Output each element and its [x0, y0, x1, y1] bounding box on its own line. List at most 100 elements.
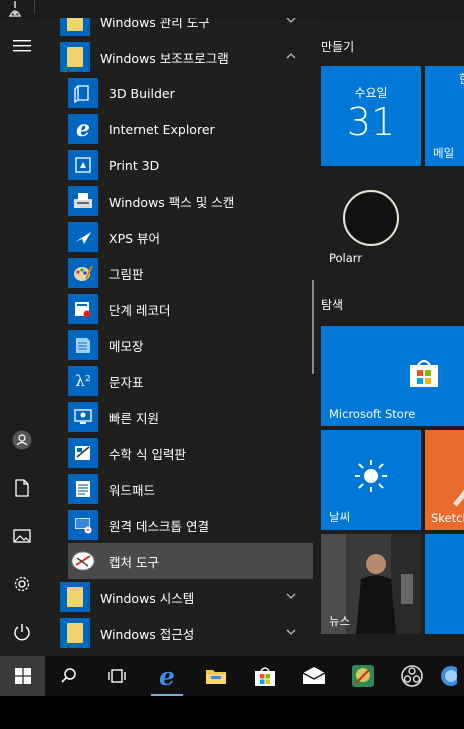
- tile-weather[interactable]: 날씨: [321, 430, 421, 530]
- start-button[interactable]: [0, 656, 45, 696]
- tile-label: 메일: [433, 146, 455, 160]
- title-strip: [0, 0, 464, 18]
- taskbar-file-explorer[interactable]: [192, 656, 240, 696]
- folder-windows-system[interactable]: Windows 시스템: [58, 579, 303, 615]
- app-label: 그림판: [109, 266, 144, 282]
- folder-label: Windows 시스템: [100, 590, 195, 606]
- app-label: 3D Builder: [109, 85, 175, 101]
- divider: [34, 0, 35, 14]
- folder-windows-accessibility[interactable]: Windows 접근성: [58, 615, 303, 651]
- calendar-day: 수요일: [354, 86, 388, 100]
- power-icon[interactable]: [10, 620, 34, 644]
- search-button[interactable]: [45, 656, 93, 696]
- character-map-icon: λ²: [68, 366, 98, 396]
- app-internet-explorer[interactable]: e Internet Explorer: [68, 111, 313, 147]
- chevron-up-icon: [286, 53, 296, 59]
- calendar-date: 31: [346, 100, 396, 144]
- tile-partial-blue[interactable]: [425, 534, 464, 634]
- task-view-button[interactable]: [93, 656, 141, 696]
- app-print-3d[interactable]: Print 3D: [68, 147, 313, 183]
- app-list: Windows 관리 도구 Windows 보조프로그램 3D Builder …: [44, 18, 314, 656]
- documents-icon[interactable]: [10, 476, 34, 500]
- app-label: 캡처 도구: [109, 554, 159, 570]
- app-steps-recorder[interactable]: 단계 레코더: [68, 291, 313, 327]
- mail-partial-text: 한: [459, 70, 464, 87]
- sketch-art-icon: [453, 489, 464, 507]
- tile-label: 날씨: [329, 510, 351, 524]
- tile-label: Microsoft Store: [329, 407, 416, 421]
- folder-windows-admin-tools[interactable]: Windows 관리 도구: [58, 18, 303, 39]
- folder-icon: [60, 18, 90, 36]
- file-explorer-icon: [206, 670, 226, 684]
- folder-icon: [60, 42, 90, 72]
- obs-icon: [401, 665, 423, 687]
- taskbar-game[interactable]: [339, 656, 387, 696]
- sun-icon: [355, 460, 387, 492]
- pictures-icon[interactable]: [10, 524, 34, 548]
- app-snipping-tool[interactable]: 캡처 도구: [68, 543, 313, 579]
- app-character-map[interactable]: λ² 문자표: [68, 363, 313, 399]
- app-label: 메모장: [109, 338, 144, 354]
- folder-icon: [60, 618, 90, 648]
- app-wordpad[interactable]: 워드패드: [68, 471, 313, 507]
- fax-scan-icon: [68, 186, 98, 216]
- app-paint[interactable]: 그림판: [68, 255, 313, 291]
- internet-explorer-icon: e: [68, 114, 98, 144]
- app-label: XPS 뷰어: [109, 230, 161, 246]
- 3d-builder-icon: [68, 78, 98, 108]
- paint-icon: [68, 258, 98, 288]
- snipping-tool-icon: [68, 546, 98, 576]
- steps-recorder-icon: [68, 294, 98, 324]
- hamburger-menu-icon[interactable]: [10, 34, 34, 58]
- notepad-icon: [68, 330, 98, 360]
- app-label: 단계 레코더: [109, 302, 171, 318]
- remote-desktop-icon: [68, 510, 98, 540]
- app-notepad[interactable]: 메모장: [68, 327, 313, 363]
- taskbar-mail[interactable]: [290, 656, 338, 696]
- tile-sketch[interactable]: Sketch: [425, 430, 464, 530]
- folder-label: Windows 관리 도구: [100, 18, 210, 30]
- start-rail: [0, 18, 44, 656]
- user-avatar-icon[interactable]: [10, 428, 34, 452]
- app-quick-assist[interactable]: 빠른 지원: [68, 399, 313, 435]
- folder-label: Windows 보조프로그램: [100, 50, 229, 66]
- tile-mail[interactable]: 한 메일: [425, 66, 464, 166]
- app-label: Windows 팩스 및 스캔: [109, 194, 235, 210]
- chevron-down-icon: [286, 629, 296, 635]
- tile-label: 뉴스: [329, 614, 351, 628]
- app-fax-scan[interactable]: Windows 팩스 및 스캔: [68, 183, 313, 219]
- app-math-input[interactable]: 수학 식 입력판: [68, 435, 313, 471]
- print-3d-icon: [68, 150, 98, 180]
- tile-microsoft-store[interactable]: Microsoft Store: [321, 326, 464, 426]
- folder-label: Windows 접근성: [100, 626, 195, 642]
- app-remote-desktop[interactable]: 원격 데스크톱 연결: [68, 507, 313, 543]
- tiles-area: 만들기 수요일 31 한 메일 Polarr 탐색 Microsoft St: [314, 18, 464, 656]
- folder-windows-accessories[interactable]: Windows 보조프로그램: [58, 39, 303, 75]
- tile-label: Sketch: [431, 511, 464, 525]
- app-logo-icon: [4, 0, 26, 18]
- tile-news[interactable]: 뉴스: [321, 534, 421, 634]
- app-label: 수학 식 입력판: [109, 446, 186, 462]
- group-title-create: 만들기: [321, 40, 355, 54]
- wordpad-icon: [68, 474, 98, 504]
- game-icon: [352, 665, 374, 687]
- store-bag-icon: [410, 360, 438, 387]
- tile-label: Polarr: [329, 251, 363, 265]
- chevron-down-icon: [286, 18, 296, 23]
- taskbar-edge[interactable]: e: [143, 656, 191, 696]
- screen-bottom: [0, 696, 464, 729]
- task-view-icon: [108, 669, 126, 683]
- app-label: 워드패드: [109, 482, 156, 498]
- edge-icon: e: [159, 661, 175, 691]
- tile-calendar[interactable]: 수요일 31: [321, 66, 421, 166]
- tile-polarr[interactable]: Polarr: [321, 170, 421, 270]
- taskbar-obs[interactable]: [388, 656, 436, 696]
- math-input-icon: [68, 438, 98, 468]
- mail-icon: [302, 667, 326, 684]
- app-3d-builder[interactable]: 3D Builder: [68, 75, 313, 111]
- app-label: Print 3D: [109, 157, 160, 173]
- settings-gear-icon[interactable]: [10, 572, 34, 596]
- taskbar-store[interactable]: [241, 656, 289, 696]
- app-xps-viewer[interactable]: XPS 뷰어: [68, 219, 313, 255]
- taskbar-app[interactable]: [437, 656, 464, 696]
